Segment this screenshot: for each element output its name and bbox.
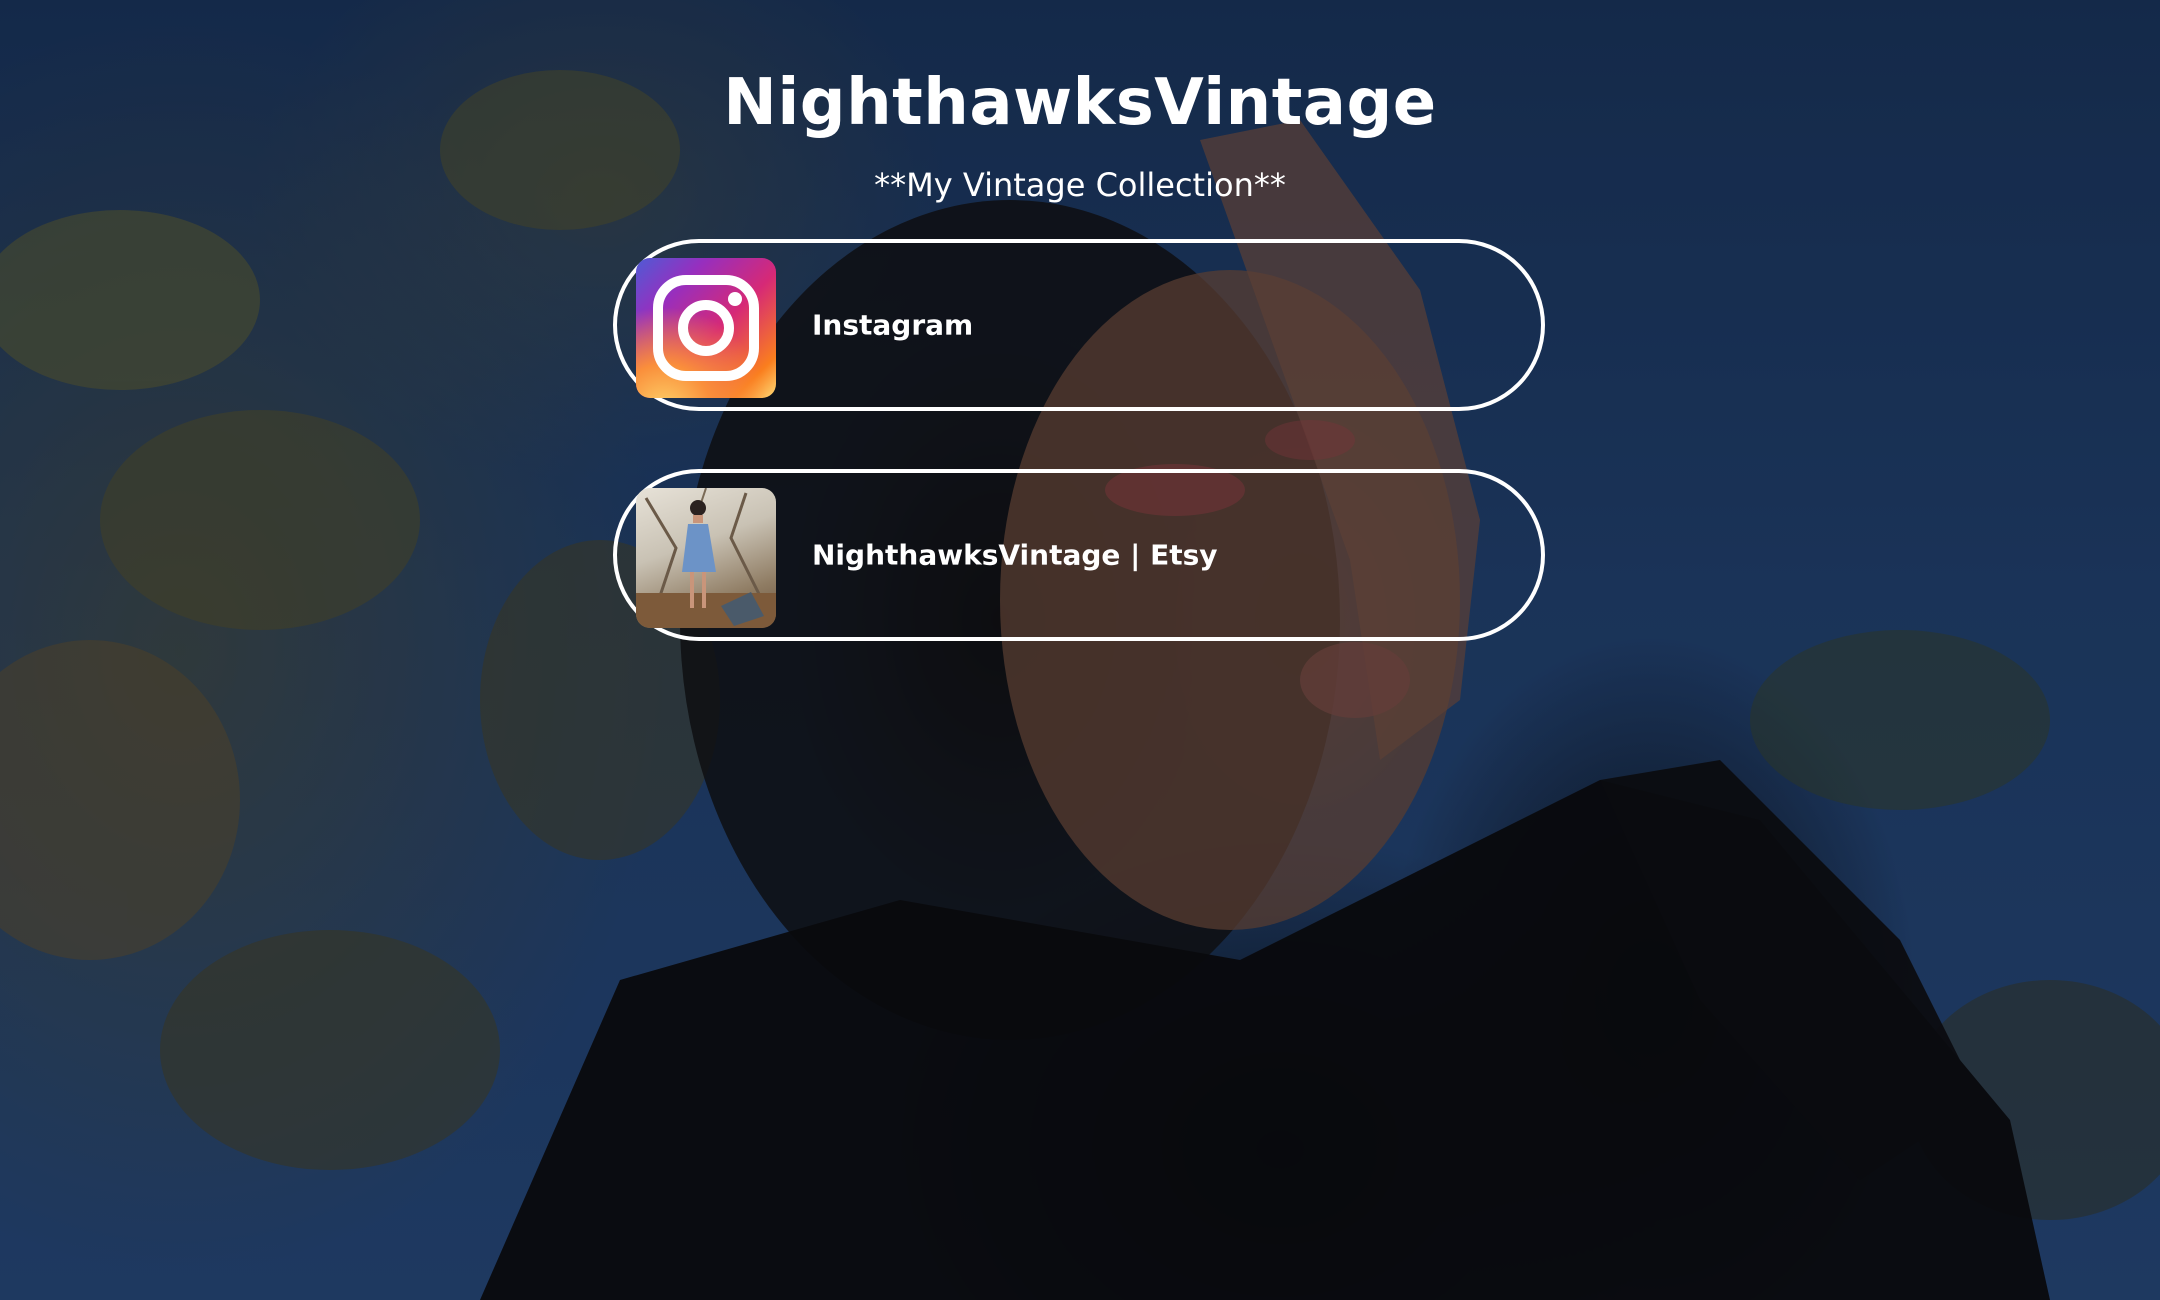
instagram-link-label: Instagram bbox=[812, 308, 974, 342]
etsy-link-button[interactable]: NighthawksVintage | Etsy bbox=[613, 469, 1545, 641]
page-title: NighthawksVintage bbox=[723, 66, 1437, 140]
page-subtitle: **My Vintage Collection** bbox=[874, 166, 1286, 204]
instagram-icon bbox=[636, 258, 776, 398]
page: NighthawksVintage **My Vintage Collectio… bbox=[0, 0, 2160, 1300]
etsy-product-thumbnail bbox=[636, 488, 776, 628]
instagram-link-button[interactable]: Instagram bbox=[613, 239, 1545, 411]
etsy-link-label: NighthawksVintage | Etsy bbox=[812, 538, 1218, 572]
